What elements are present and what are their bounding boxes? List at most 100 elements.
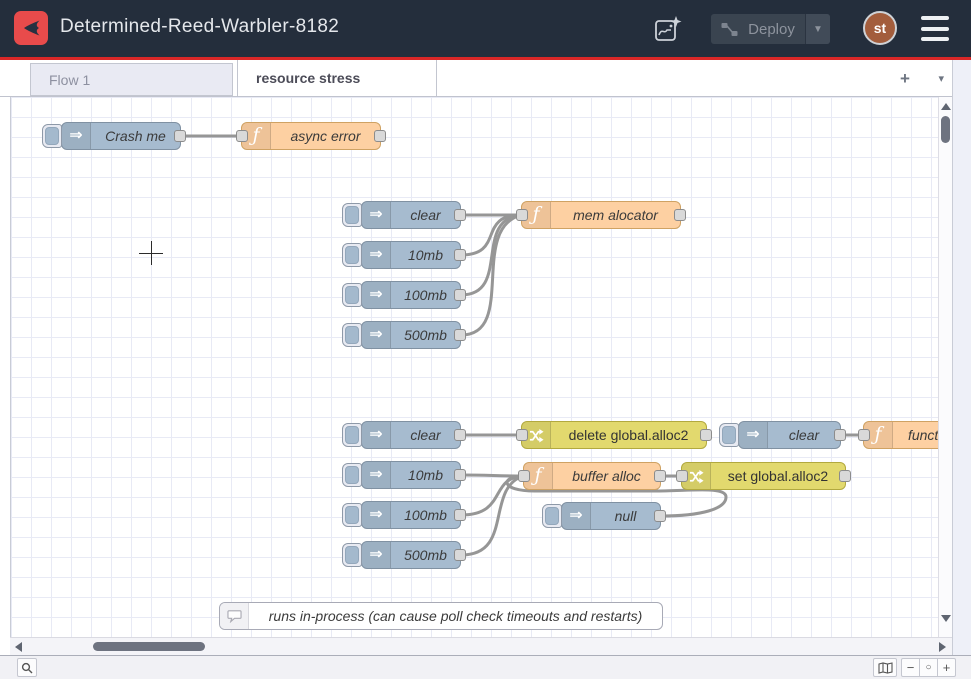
scroll-right-arrow[interactable] bbox=[939, 642, 946, 652]
output-port[interactable] bbox=[454, 249, 466, 261]
scroll-down-arrow[interactable] bbox=[941, 615, 951, 622]
function-node-asyncerr[interactable]: ƒasync error bbox=[241, 122, 381, 150]
inject-node-null[interactable]: ⇒null bbox=[561, 502, 661, 530]
inject-arrow-icon: ⇒ bbox=[362, 542, 391, 568]
output-port[interactable] bbox=[654, 470, 666, 482]
function-node-memalloc[interactable]: ƒmem alocator bbox=[521, 201, 681, 229]
menu-bar-icon bbox=[921, 16, 949, 20]
change-node-delglob[interactable]: delete global.alloc2 bbox=[521, 421, 707, 449]
inject-trigger-button[interactable] bbox=[42, 124, 62, 148]
inject-node-mb100B[interactable]: ⇒100mb bbox=[361, 501, 461, 529]
output-port[interactable] bbox=[454, 549, 466, 561]
inject-arrow-icon: ⇒ bbox=[362, 422, 391, 448]
flow-list-caret-icon[interactable]: ▾ bbox=[938, 72, 944, 85]
flow-canvas[interactable]: ⇒Crash meƒasync error⇒clear⇒10mb⇒100mb⇒5… bbox=[10, 97, 952, 637]
inject-trigger-button[interactable] bbox=[342, 283, 362, 307]
deploy-button[interactable]: Deploy ▼ bbox=[711, 14, 830, 44]
main-menu-button[interactable] bbox=[921, 16, 949, 41]
output-port[interactable] bbox=[839, 470, 851, 482]
inject-node-mb500A[interactable]: ⇒500mb bbox=[361, 321, 461, 349]
ai-assistant-icon[interactable] bbox=[653, 14, 683, 44]
input-port[interactable] bbox=[236, 130, 248, 142]
inject-arrow-icon: ⇒ bbox=[362, 242, 391, 268]
deploy-options-caret[interactable]: ▼ bbox=[805, 14, 830, 44]
output-port[interactable] bbox=[374, 130, 386, 142]
inject-trigger-button[interactable] bbox=[542, 504, 562, 528]
node-label: buffer alloc bbox=[553, 463, 660, 489]
inject-node-mb100A[interactable]: ⇒100mb bbox=[361, 281, 461, 309]
vertical-scroll-thumb[interactable] bbox=[941, 116, 950, 143]
node-label: set global.alloc2 bbox=[711, 463, 845, 489]
comment-bubble-icon bbox=[220, 603, 249, 629]
zoom-in-button[interactable]: + bbox=[937, 658, 956, 677]
wire-mb10A-to-memalloc[interactable] bbox=[461, 215, 521, 255]
output-port[interactable] bbox=[174, 130, 186, 142]
sidebar-collapsed-strip bbox=[952, 60, 971, 655]
output-port[interactable] bbox=[454, 209, 466, 221]
output-port[interactable] bbox=[454, 429, 466, 441]
add-flow-button[interactable]: + bbox=[894, 68, 916, 90]
input-port[interactable] bbox=[516, 429, 528, 441]
inject-node-crash[interactable]: ⇒Crash me bbox=[61, 122, 181, 150]
scroll-up-arrow[interactable] bbox=[941, 103, 951, 110]
inject-trigger-button[interactable] bbox=[719, 423, 739, 447]
inject-trigger-button[interactable] bbox=[342, 323, 362, 347]
search-button[interactable] bbox=[17, 658, 37, 677]
node-label: clear bbox=[768, 422, 840, 448]
output-port[interactable] bbox=[674, 209, 686, 221]
output-port[interactable] bbox=[700, 429, 712, 441]
zoom-out-button[interactable]: − bbox=[901, 658, 920, 677]
output-port[interactable] bbox=[834, 429, 846, 441]
wire-layer bbox=[11, 97, 952, 637]
menu-bar-icon bbox=[921, 27, 949, 31]
inject-node-clearC[interactable]: ⇒clear bbox=[738, 421, 841, 449]
input-port[interactable] bbox=[676, 470, 688, 482]
node-label: 10mb bbox=[391, 462, 460, 488]
inject-arrow-icon: ⇒ bbox=[362, 502, 391, 528]
node-label: 100mb bbox=[391, 502, 460, 528]
menu-bar-icon bbox=[921, 37, 949, 41]
inject-node-mb10B[interactable]: ⇒10mb bbox=[361, 461, 461, 489]
inject-node-clearB[interactable]: ⇒clear bbox=[361, 421, 461, 449]
inject-trigger-button[interactable] bbox=[342, 243, 362, 267]
node-label: Crash me bbox=[91, 123, 180, 149]
tab-flow-1[interactable]: Flow 1 bbox=[30, 63, 233, 96]
output-port[interactable] bbox=[454, 329, 466, 341]
input-port[interactable] bbox=[518, 470, 530, 482]
node-label: 10mb bbox=[391, 242, 460, 268]
function-node-bufalloc[interactable]: ƒbuffer alloc bbox=[523, 462, 661, 490]
horizontal-scroll-thumb[interactable] bbox=[93, 642, 205, 651]
inject-node-mb10A[interactable]: ⇒10mb bbox=[361, 241, 461, 269]
deploy-label: Deploy bbox=[738, 21, 805, 38]
inject-node-clearA[interactable]: ⇒clear bbox=[361, 201, 461, 229]
user-avatar[interactable]: st bbox=[863, 11, 897, 45]
input-port[interactable] bbox=[858, 429, 870, 441]
inject-trigger-button[interactable] bbox=[342, 543, 362, 567]
inject-trigger-button[interactable] bbox=[342, 423, 362, 447]
output-port[interactable] bbox=[454, 289, 466, 301]
deploy-nodes-icon bbox=[721, 22, 738, 37]
inject-trigger-button[interactable] bbox=[342, 503, 362, 527]
input-port[interactable] bbox=[516, 209, 528, 221]
node-label: 100mb bbox=[391, 282, 460, 308]
change-node-setglob[interactable]: set global.alloc2 bbox=[681, 462, 846, 490]
scroll-left-arrow[interactable] bbox=[15, 642, 22, 652]
inject-trigger-button[interactable] bbox=[342, 463, 362, 487]
inject-node-mb500B[interactable]: ⇒500mb bbox=[361, 541, 461, 569]
vertical-scrollbar[interactable] bbox=[938, 97, 952, 637]
node-label: 500mb bbox=[391, 322, 460, 348]
flowfuse-logo-icon[interactable] bbox=[14, 11, 48, 45]
node-label: mem alocator bbox=[551, 202, 680, 228]
inject-arrow-icon: ⇒ bbox=[362, 322, 391, 348]
inject-trigger-button[interactable] bbox=[342, 203, 362, 227]
horizontal-scrollbar[interactable] bbox=[10, 637, 952, 655]
tab-resource-stress[interactable]: resource stress bbox=[237, 59, 437, 96]
output-port[interactable] bbox=[654, 510, 666, 522]
output-port[interactable] bbox=[454, 469, 466, 481]
navigator-button[interactable] bbox=[873, 658, 897, 677]
node-label: runs in-process (can cause poll check ti… bbox=[249, 603, 662, 629]
crosshair-cursor bbox=[151, 241, 152, 265]
zoom-reset-button[interactable]: ○ bbox=[919, 658, 938, 677]
comment-node-note[interactable]: runs in-process (can cause poll check ti… bbox=[219, 602, 663, 630]
output-port[interactable] bbox=[454, 509, 466, 521]
